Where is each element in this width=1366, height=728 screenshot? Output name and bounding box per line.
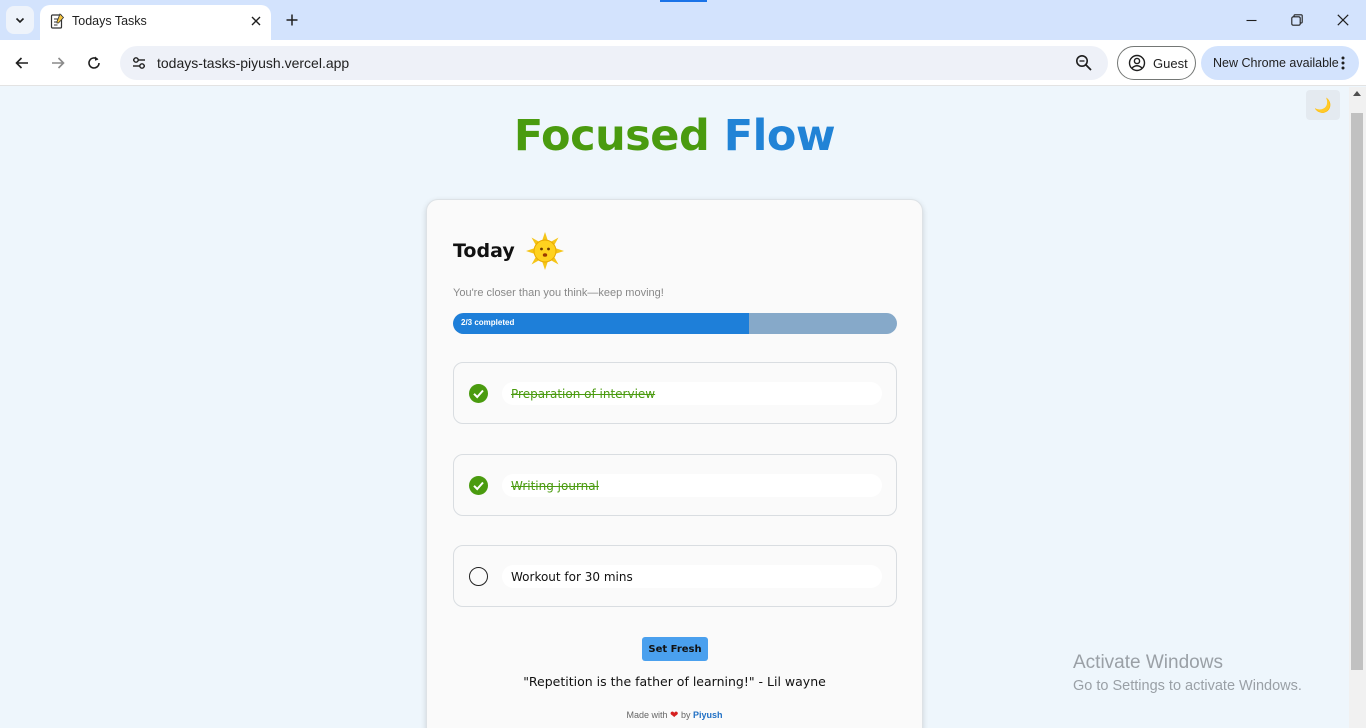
reload-button[interactable] <box>80 49 108 77</box>
minimize-icon <box>1246 19 1256 21</box>
set-fresh-button[interactable]: Set Fresh <box>642 637 708 661</box>
tab-todays-tasks[interactable]: Todays Tasks <box>40 5 271 40</box>
close-icon <box>251 16 261 26</box>
restore-icon <box>1291 14 1303 26</box>
address-bar[interactable]: todays-tasks-piyush.vercel.app <box>120 46 1108 80</box>
app-title: Focused Flow <box>0 111 1349 161</box>
task-text-input[interactable]: Preparation of interview <box>502 382 882 405</box>
checkmark-icon <box>473 389 484 399</box>
task-text-input[interactable]: Workout for 30 mins <box>502 565 882 588</box>
plus-icon <box>286 14 298 26</box>
tab-drag-indicator <box>660 0 707 2</box>
tab-search-button[interactable] <box>6 6 34 34</box>
quote-text: "Repetition is the father of learning!" … <box>523 674 826 689</box>
browser-toolbar: todays-tasks-piyush.vercel.app Guest New… <box>0 40 1366 86</box>
profile-label: Guest <box>1153 55 1188 71</box>
task-card: Today You're closer than you think—keep … <box>426 199 923 728</box>
new-tab-button[interactable] <box>281 9 303 31</box>
progress-bar: 2/3 completed <box>453 313 897 334</box>
app-title-word-1: Focused <box>513 111 710 161</box>
close-icon <box>1337 14 1349 26</box>
forward-button[interactable] <box>44 49 72 77</box>
update-chrome-button[interactable]: New Chrome available <box>1201 46 1359 80</box>
tune-icon <box>133 57 145 69</box>
task-checkbox[interactable] <box>469 384 488 403</box>
scroll-up-arrow-icon[interactable] <box>1353 91 1361 96</box>
close-tab-button[interactable] <box>247 12 265 30</box>
url-text: todays-tasks-piyush.vercel.app <box>157 55 350 71</box>
task-item: Preparation of interview <box>453 362 897 424</box>
vertical-scrollbar[interactable] <box>1349 87 1366 728</box>
page-content: 🌙 Focused Flow Today You're closer than … <box>0 87 1349 728</box>
task-checkbox[interactable] <box>469 567 488 586</box>
activation-title: Activate Windows <box>1073 652 1223 673</box>
account-circle-icon <box>1128 54 1146 72</box>
reload-icon <box>88 56 100 69</box>
arrow-right-icon <box>52 57 65 69</box>
notepad-favicon-icon <box>50 13 65 29</box>
progress-label: 2/3 completed <box>461 318 515 327</box>
author-link[interactable]: Piyush <box>693 710 723 720</box>
sun-icon <box>526 232 564 270</box>
tab-strip: Todays Tasks <box>0 0 1366 40</box>
arrow-left-icon <box>15 57 28 69</box>
more-menu-button[interactable] <box>1335 55 1351 71</box>
footer-by: by <box>680 710 691 720</box>
tab-title: Todays Tasks <box>72 14 147 28</box>
profile-button[interactable]: Guest <box>1117 46 1196 80</box>
task-text-input[interactable]: Writing journal <box>502 474 882 497</box>
minimize-button[interactable] <box>1228 0 1274 40</box>
scrollbar-thumb[interactable] <box>1351 113 1363 670</box>
back-button[interactable] <box>8 49 36 77</box>
card-heading: Today <box>453 240 515 262</box>
site-info-button[interactable] <box>128 52 150 74</box>
restore-button[interactable] <box>1274 0 1320 40</box>
kebab-menu-icon <box>1341 56 1345 70</box>
zoom-icon[interactable] <box>1074 53 1094 73</box>
app-title-word-2: Flow <box>723 111 836 161</box>
close-window-button[interactable] <box>1320 0 1366 40</box>
checkmark-icon <box>473 481 484 491</box>
footer-prefix: Made with <box>626 710 668 720</box>
update-label: New Chrome available <box>1213 56 1339 70</box>
task-item: Writing journal <box>453 454 897 516</box>
activation-subtitle: Go to Settings to activate Windows. <box>1073 678 1302 694</box>
heart-icon: ❤ <box>670 710 679 721</box>
task-item: Workout for 30 mins <box>453 545 897 607</box>
windows-activation-watermark: Activate Windows Go to Settings to activ… <box>1073 652 1302 694</box>
chevron-down-icon <box>15 17 25 24</box>
task-checkbox[interactable] <box>469 476 488 495</box>
tagline: You're closer than you think—keep moving… <box>453 287 664 299</box>
footer-credit: Made with ❤ by Piyush <box>427 710 922 721</box>
